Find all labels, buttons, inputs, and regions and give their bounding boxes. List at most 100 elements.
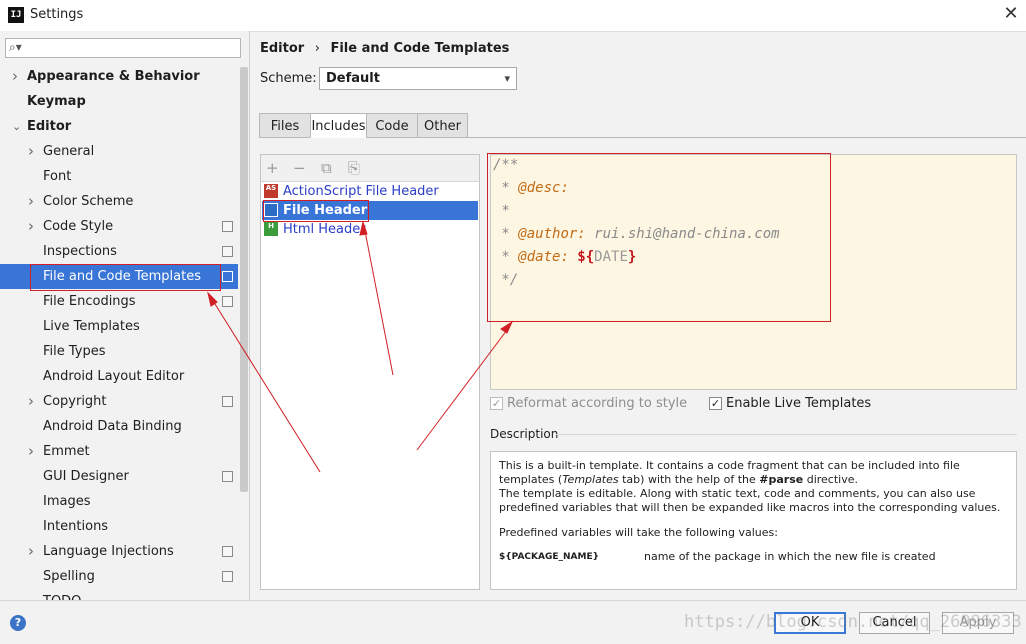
code-brace: { xyxy=(585,249,595,265)
sidebar-item-label: TODO xyxy=(43,589,81,600)
sidebar-item-label: Copyright xyxy=(43,394,107,409)
code-line: * @date: ${DATE} xyxy=(493,249,636,265)
code-dollar: $ xyxy=(568,249,586,265)
list-toolbar: + − ⧉ ⎘ xyxy=(261,155,479,182)
sidebar-item-android-data-binding[interactable]: Android Data Binding xyxy=(0,414,238,439)
file-icon xyxy=(264,203,278,217)
description-paragraph: This is a built-in template. It contains… xyxy=(499,459,960,486)
sidebar-item-label: Spelling xyxy=(43,569,95,584)
scheme-select[interactable]: Default ▾ xyxy=(319,67,517,90)
template-list: + − ⧉ ⎘ AS ActionScript File Header File… xyxy=(260,154,480,590)
sidebar-item-intentions[interactable]: Intentions xyxy=(0,514,238,539)
project-settings-icon xyxy=(222,546,233,557)
sidebar-item-label: Android Layout Editor xyxy=(43,369,185,384)
window-title: Settings xyxy=(30,7,84,22)
sidebar-item-label: General xyxy=(43,144,95,159)
scheme-label: Scheme: xyxy=(260,71,317,86)
code-star: * xyxy=(493,226,519,242)
sidebar-item-label: Language Injections xyxy=(43,544,174,559)
sidebar-item-gui-designer[interactable]: GUI Designer xyxy=(0,464,238,489)
live-templates-label: Enable Live Templates xyxy=(726,396,872,411)
reformat-checkbox[interactable]: ✓ Reformat according to style xyxy=(490,396,687,412)
reformat-label: Reformat according to style xyxy=(507,396,688,411)
variable-row: ${PACKAGE_NAME} name of the package in w… xyxy=(499,550,1008,564)
code-line: /** xyxy=(493,157,519,173)
sidebar-item-label: Code Style xyxy=(43,219,114,234)
list-item-label: ActionScript File Header xyxy=(283,184,439,199)
sidebar-item-label: Intentions xyxy=(43,519,109,534)
chevron-right-icon[interactable]: › xyxy=(12,64,18,89)
add-icon[interactable]: + xyxy=(266,159,279,177)
help-icon[interactable]: ? xyxy=(10,615,26,631)
sidebar-item-images[interactable]: Images xyxy=(0,489,238,514)
code-tag: @date: xyxy=(518,249,569,265)
code-tag: @author: xyxy=(518,226,586,242)
sidebar-item-label: Live Templates xyxy=(43,319,140,334)
checkbox-checked-icon: ✓ xyxy=(709,397,722,410)
project-settings-icon xyxy=(222,271,233,282)
sidebar-item-label: Android Data Binding xyxy=(43,419,182,434)
chevron-right-icon[interactable]: › xyxy=(28,139,34,164)
list-item[interactable]: AS ActionScript File Header xyxy=(262,182,478,201)
project-settings-icon xyxy=(222,296,233,307)
remove-icon[interactable]: − xyxy=(293,159,306,177)
list-item[interactable]: H Html Header xyxy=(262,220,478,239)
sidebar-item-code-style[interactable]: › Code Style xyxy=(0,214,238,239)
sidebar-item-file-encodings[interactable]: File Encodings xyxy=(0,289,238,314)
project-settings-icon xyxy=(222,246,233,257)
chevron-right-icon[interactable]: › xyxy=(28,439,34,464)
close-icon[interactable]: ✕ xyxy=(1000,3,1022,24)
project-settings-icon xyxy=(222,471,233,482)
intellij-icon: IJ xyxy=(8,7,24,23)
page-title: File and Code Templates xyxy=(330,41,510,56)
sidebar-item-keymap[interactable]: Keymap xyxy=(0,89,238,114)
template-editor[interactable]: /** * @desc: * * @author: rui.shi@hand-c… xyxy=(490,154,1017,390)
watermark: https://blog.csdn.net/qq_26996333 xyxy=(684,612,1022,632)
list-item[interactable]: File Header xyxy=(262,201,478,220)
sidebar-item-spelling[interactable]: Spelling xyxy=(0,564,238,589)
sidebar-item-emmet[interactable]: › Emmet xyxy=(0,439,238,464)
sidebar-item-general[interactable]: › General xyxy=(0,139,238,164)
chevron-right-icon[interactable]: › xyxy=(28,214,34,239)
code-brace: } xyxy=(627,249,637,265)
sidebar-item-appearance-behavior[interactable]: › Appearance & Behavior xyxy=(0,64,238,89)
sidebar-item-file-and-code-templates[interactable]: File and Code Templates xyxy=(0,264,238,289)
sidebar-item-language-injections[interactable]: › Language Injections xyxy=(0,539,238,564)
sidebar-item-label: File and Code Templates xyxy=(43,269,201,284)
chevron-right-icon[interactable]: › xyxy=(28,189,34,214)
code-line: * @desc: xyxy=(493,180,569,196)
sidebar-item-copyright[interactable]: › Copyright xyxy=(0,389,238,414)
project-settings-icon xyxy=(222,571,233,582)
project-settings-icon xyxy=(222,221,233,232)
list-item-label: File Header xyxy=(283,203,368,218)
enable-live-templates-checkbox[interactable]: ✓ Enable Live Templates xyxy=(709,396,871,412)
sidebar-item-label: Font xyxy=(43,169,72,184)
reset-icon[interactable]: ⎘ xyxy=(348,159,360,177)
tab-code[interactable]: Code xyxy=(366,113,418,138)
sidebar-scrollbar[interactable] xyxy=(240,67,248,492)
sidebar-item-android-layout-editor[interactable]: Android Layout Editor xyxy=(0,364,238,389)
code-line: * xyxy=(493,203,510,219)
code-tag: @desc: xyxy=(518,180,569,196)
tab-other[interactable]: Other xyxy=(417,113,468,138)
description-paragraph: The template is editable. Along with sta… xyxy=(499,487,1001,514)
sidebar-item-live-templates[interactable]: Live Templates xyxy=(0,314,238,339)
code-star: * xyxy=(493,180,519,196)
tab-includes[interactable]: Includes xyxy=(310,113,367,138)
tab-files[interactable]: Files xyxy=(259,113,311,138)
chevron-right-icon[interactable]: › xyxy=(28,539,34,564)
chevron-down-icon[interactable]: ⌄ xyxy=(12,114,21,139)
chevron-right-icon[interactable]: › xyxy=(28,389,34,414)
list-item-label: Html Header xyxy=(283,222,366,237)
sidebar-item-inspections[interactable]: Inspections xyxy=(0,239,238,264)
sidebar-item-label: Keymap xyxy=(27,94,86,109)
search-input[interactable]: ⌕▾ xyxy=(5,38,241,58)
sidebar-item-file-types[interactable]: File Types xyxy=(0,339,238,364)
chevron-down-icon: ▾ xyxy=(504,72,510,85)
copy-icon[interactable]: ⧉ xyxy=(321,159,332,177)
sidebar-item-font[interactable]: Font xyxy=(0,164,238,189)
sidebar-item-color-scheme[interactable]: › Color Scheme xyxy=(0,189,238,214)
sidebar-item-label: File Types xyxy=(43,344,106,359)
sidebar-item-todo[interactable]: TODO xyxy=(0,589,238,600)
sidebar-item-editor[interactable]: ⌄ Editor xyxy=(0,114,238,139)
